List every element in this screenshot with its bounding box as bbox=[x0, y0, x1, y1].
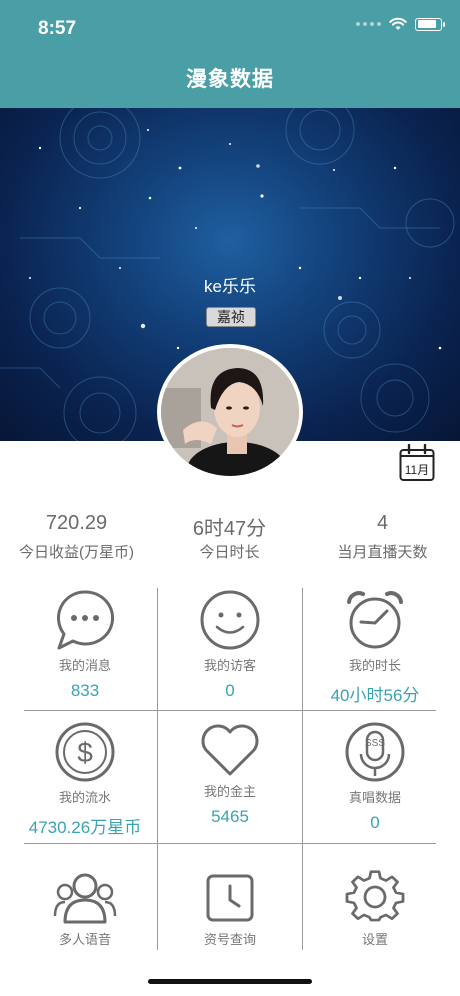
grid-item-revenue[interactable]: $ 我的流水 4730.26万星币 bbox=[12, 720, 158, 838]
grid-item-value: 0 bbox=[370, 813, 380, 832]
smiley-face-icon bbox=[200, 590, 260, 650]
grid-item-label: 设置 bbox=[361, 932, 388, 947]
grid-item-messages[interactable]: 我的消息 833 bbox=[12, 588, 158, 701]
avatar[interactable] bbox=[157, 344, 303, 480]
grid-item-label: 我的时长 bbox=[348, 658, 401, 673]
alarm-clock-icon bbox=[347, 591, 403, 649]
svg-text:SSS: SSS bbox=[365, 738, 385, 749]
home-indicator bbox=[148, 979, 312, 984]
stat-value: 6时47分 bbox=[192, 518, 267, 540]
grid-divider bbox=[24, 843, 436, 844]
grid-item-label: 我的消息 bbox=[58, 658, 111, 673]
stat-label: 当月直播天数 bbox=[337, 544, 428, 561]
avatar-photo bbox=[161, 348, 299, 476]
status-icons bbox=[356, 17, 445, 31]
grid-divider bbox=[24, 710, 436, 711]
status-bar: 8:57 bbox=[0, 0, 460, 56]
calendar-icon: 11月 bbox=[399, 443, 435, 481]
stat-label: 今日时长 bbox=[199, 544, 260, 561]
stat-live-days: 4 当月直播天数 bbox=[306, 512, 459, 562]
stat-today-duration: 6时47分 今日时长 bbox=[153, 512, 306, 562]
battery-icon bbox=[415, 17, 445, 31]
calendar-month-label: 11月 bbox=[405, 463, 429, 477]
stat-value: 720.29 bbox=[45, 512, 108, 534]
feature-grid: 我的消息 833 我的访客 0 我的时长 40小时56分 $ 我的流水 4730… bbox=[0, 588, 460, 950]
nav-bar: 漫象数据 bbox=[0, 56, 460, 108]
grid-item-label: 资号查询 bbox=[203, 932, 256, 947]
cellular-signal-icon bbox=[356, 22, 381, 26]
gear-icon bbox=[345, 870, 405, 922]
chat-bubble-icon bbox=[56, 590, 115, 650]
grid-item-patrons[interactable]: 我的金主 5465 bbox=[157, 720, 303, 827]
grid-item-value: 40小时56分 bbox=[330, 686, 420, 705]
grid-item-group-voice[interactable]: 多人语音 bbox=[12, 870, 158, 948]
username: ke乐乐 bbox=[204, 277, 256, 296]
grid-item-label: 真唱数据 bbox=[348, 790, 401, 805]
page-title: 漫象数据 bbox=[186, 68, 274, 91]
user-badge: 嘉祯 bbox=[206, 307, 256, 327]
grid-item-settings[interactable]: 设置 bbox=[302, 870, 448, 948]
grid-item-label: 多人语音 bbox=[58, 932, 111, 947]
grid-item-visitors[interactable]: 我的访客 0 bbox=[157, 588, 303, 701]
clock-icon bbox=[206, 874, 254, 922]
grid-item-value: 0 bbox=[225, 681, 235, 700]
grid-item-value: 833 bbox=[70, 681, 100, 700]
dollar-coin-icon: $ bbox=[55, 722, 115, 782]
grid-item-label: 我的流水 bbox=[58, 790, 111, 805]
stat-today-earnings: 720.29 今日收益(万星币) bbox=[0, 512, 153, 562]
microphone-icon: SSS bbox=[345, 722, 405, 782]
svg-text:$: $ bbox=[77, 737, 93, 768]
grid-item-live-singing[interactable]: SSS 真唱数据 0 bbox=[302, 720, 448, 833]
grid-item-label: 我的访客 bbox=[203, 658, 256, 673]
users-icon bbox=[53, 873, 117, 924]
stat-value: 4 bbox=[376, 512, 389, 534]
status-time: 8:57 bbox=[38, 18, 77, 39]
grid-item-value: 5465 bbox=[211, 807, 249, 826]
stats-row: 720.29 今日收益(万星币) 6时47分 今日时长 4 当月直播天数 bbox=[0, 512, 460, 572]
wifi-icon bbox=[389, 17, 407, 30]
grid-item-label: 我的金主 bbox=[203, 784, 256, 799]
heart-icon bbox=[201, 724, 259, 776]
grid-item-account-lookup[interactable]: 资号查询 bbox=[157, 870, 303, 948]
stat-label: 今日收益(万星币) bbox=[19, 544, 134, 561]
grid-item-duration[interactable]: 我的时长 40小时56分 bbox=[302, 588, 448, 706]
grid-item-value: 4730.26万星币 bbox=[28, 818, 142, 837]
calendar-button[interactable]: 11月 bbox=[399, 443, 435, 482]
